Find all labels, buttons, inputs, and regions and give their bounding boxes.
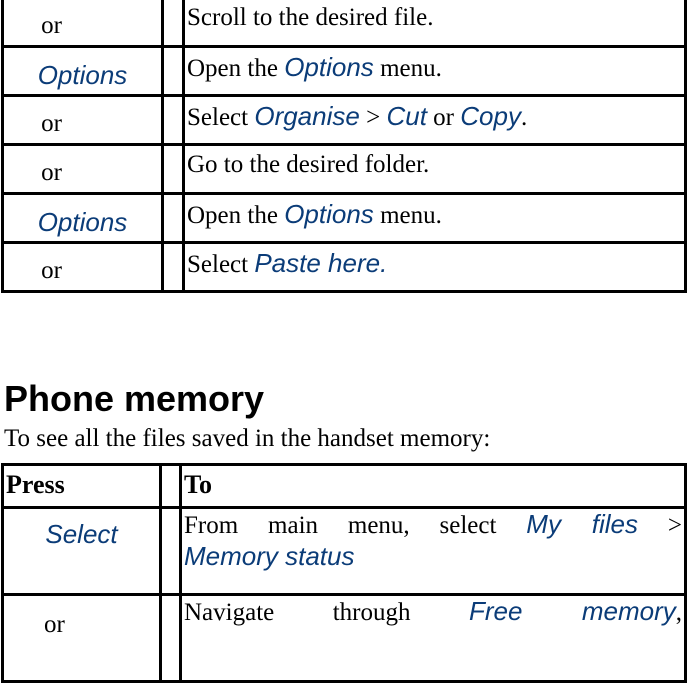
action-text: > bbox=[638, 512, 682, 539]
header-press: Press bbox=[1, 463, 162, 509]
action-text: or bbox=[426, 104, 461, 131]
table-row: or Navigate through Free memory, bbox=[1, 593, 687, 683]
action-cell: From main menu, select My files > Memory … bbox=[179, 506, 687, 596]
spacer-cell bbox=[159, 506, 182, 596]
ui-term: Paste here. bbox=[254, 248, 388, 278]
ui-term: Options bbox=[284, 52, 374, 82]
section-heading: Phone memory bbox=[4, 378, 265, 419]
spacer-cell bbox=[159, 463, 182, 509]
action-text: Select bbox=[187, 251, 255, 278]
action-text: menu. bbox=[373, 55, 442, 82]
ui-term: Cut bbox=[386, 101, 427, 131]
action-text: menu. bbox=[373, 202, 442, 229]
section-intro: To see all the files saved in the handse… bbox=[4, 425, 491, 452]
key-label: or bbox=[41, 110, 62, 137]
action-cell: Open the Options menu. bbox=[182, 192, 687, 244]
action-cell: Select Paste here. bbox=[182, 241, 687, 293]
spacer-cell bbox=[161, 143, 185, 195]
action-text: From main menu, select bbox=[184, 512, 527, 539]
key-cell: or bbox=[1, 593, 162, 683]
key-cell: or bbox=[1, 241, 164, 293]
key-cell: Select bbox=[1, 506, 162, 596]
spacer-cell bbox=[159, 593, 182, 683]
table-row: or Select Paste here. bbox=[1, 241, 687, 293]
action-cell: Select Organise > Cut or Copy. bbox=[182, 94, 687, 146]
key-label: Options bbox=[37, 207, 128, 237]
key-cell: or bbox=[1, 143, 164, 195]
action-cell: Open the Options menu. bbox=[182, 45, 687, 97]
action-text: . bbox=[520, 104, 528, 131]
ui-term: Organise bbox=[254, 101, 360, 131]
header-to: To bbox=[179, 463, 687, 509]
key-cell: or bbox=[1, 94, 164, 146]
action-text: , bbox=[675, 599, 682, 626]
action-text: > bbox=[359, 104, 387, 131]
key-label: or bbox=[41, 159, 62, 186]
key-cell: Options bbox=[1, 192, 164, 244]
spacer-cell bbox=[161, 241, 185, 293]
action-cell: Scroll to the desired file. bbox=[182, 0, 687, 48]
ui-term: Copy bbox=[460, 101, 521, 131]
key-label: Select bbox=[45, 519, 118, 549]
key-label: or bbox=[41, 12, 62, 39]
spacer-cell bbox=[161, 192, 185, 244]
action-cell: Go to the desired folder. bbox=[182, 143, 687, 195]
action-text: Select bbox=[187, 104, 255, 131]
table-header-row: Press To bbox=[1, 463, 687, 509]
spacer-cell bbox=[161, 0, 185, 48]
action-text: Go to the desired folder. bbox=[187, 151, 430, 178]
ui-term: Memory status bbox=[184, 541, 355, 571]
table-row: Options Open the Options menu. bbox=[1, 45, 687, 97]
action-text: Scroll to the desired file. bbox=[187, 4, 434, 31]
ui-term: Options bbox=[284, 199, 374, 229]
table-row: Select From main menu, select My files >… bbox=[1, 506, 687, 596]
phone-memory-table: Press To Select From main menu, select M… bbox=[1, 463, 687, 683]
file-actions-table: or Scroll to the desired file. Options Open… bbox=[1, 0, 687, 293]
action-text: Navigate through bbox=[184, 599, 469, 626]
table-row: or Go to the desired folder. bbox=[1, 143, 687, 195]
key-cell: or bbox=[1, 0, 164, 48]
key-label: or bbox=[41, 257, 62, 284]
ui-term: My files bbox=[526, 509, 639, 539]
key-label: Options bbox=[37, 60, 128, 90]
action-cell: Navigate through Free memory, bbox=[179, 593, 687, 683]
spacer-cell bbox=[161, 45, 185, 97]
table-row: or Scroll to the desired file. bbox=[1, 0, 687, 48]
action-text: Open the bbox=[187, 202, 285, 229]
action-text: Open the bbox=[187, 55, 285, 82]
key-cell: Options bbox=[1, 45, 164, 97]
file-actions-table-body: or Scroll to the desired file. Options Open… bbox=[1, 0, 687, 293]
table-row: Options Open the Options menu. bbox=[1, 192, 687, 244]
spacer-cell bbox=[161, 94, 185, 146]
ui-term: Free memory bbox=[468, 596, 676, 626]
table-row: or Select Organise > Cut or Copy. bbox=[1, 94, 687, 146]
